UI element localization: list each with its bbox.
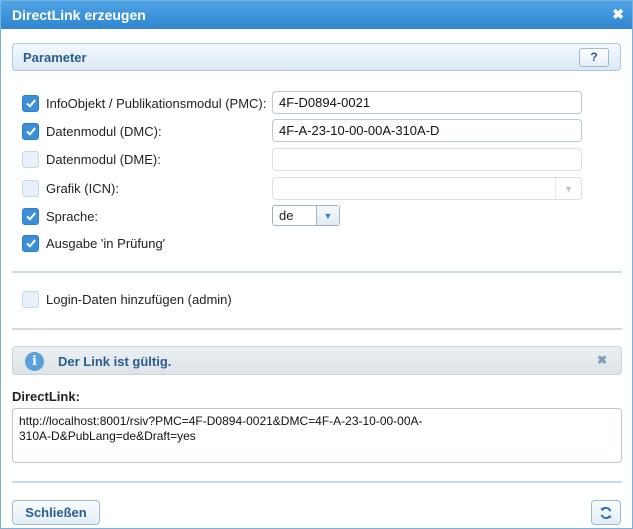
dmc-checkbox[interactable] — [22, 122, 39, 140]
option-pmc[interactable]: InfoObjekt / Publikationsmodul (PMC): — [22, 93, 266, 113]
divider — [12, 271, 622, 273]
checkmark-icon — [25, 239, 36, 248]
login-label: Login-Daten hinzufügen (admin) — [46, 291, 232, 307]
checkmark-icon — [25, 99, 36, 108]
login-checkbox[interactable] — [22, 290, 39, 308]
refresh-button[interactable] — [591, 500, 621, 525]
pmc-field[interactable] — [272, 91, 582, 114]
close-button[interactable]: Schließen — [12, 500, 100, 525]
dialog-title: DirectLink erzeugen — [12, 7, 146, 23]
close-icon[interactable]: ✖ — [612, 6, 624, 23]
checkmark-icon — [25, 212, 36, 221]
option-icn[interactable]: Grafik (ICN): — [22, 178, 119, 198]
language-label: Sprache: — [46, 208, 99, 224]
pmc-label: InfoObjekt / Publikationsmodul (PMC): — [46, 95, 267, 111]
icn-label: Grafik (ICN): — [46, 180, 119, 196]
info-message-bar: i Der Link ist gültig. ✖ — [12, 346, 622, 375]
draft-checkbox[interactable] — [22, 234, 39, 252]
chevron-down-icon[interactable]: ▼ — [316, 206, 339, 225]
info-icon: i — [25, 352, 44, 371]
info-message: Der Link ist gültig. — [58, 354, 172, 369]
dialog-titlebar[interactable]: DirectLink erzeugen ✖ — [1, 1, 632, 29]
icn-combobox[interactable]: ▼ — [272, 177, 582, 200]
dmc-label: Datenmodul (DMC): — [46, 123, 162, 139]
pmc-checkbox[interactable] — [22, 94, 39, 112]
option-dme[interactable]: Datenmodul (DME): — [22, 149, 161, 169]
dme-checkbox[interactable] — [22, 150, 39, 168]
parameter-panel-header: Parameter ? — [12, 43, 621, 71]
option-draft[interactable]: Ausgabe 'in Prüfung' — [22, 233, 165, 253]
parameter-heading: Parameter — [23, 50, 87, 65]
divider — [12, 328, 622, 330]
directlink-dialog: DirectLink erzeugen ✖ Parameter ? InfoOb… — [0, 0, 633, 529]
dme-label: Datenmodul (DME): — [46, 151, 161, 167]
close-icon[interactable]: ✖ — [597, 353, 607, 367]
divider — [12, 481, 622, 483]
chevron-down-icon[interactable]: ▼ — [555, 178, 581, 199]
checkmark-icon — [25, 127, 36, 136]
dmc-field[interactable] — [272, 119, 582, 142]
draft-label: Ausgabe 'in Prüfung' — [46, 235, 166, 251]
help-button[interactable]: ? — [579, 48, 609, 67]
language-checkbox[interactable] — [22, 207, 39, 225]
option-language[interactable]: Sprache: — [22, 206, 98, 226]
icn-checkbox[interactable] — [22, 179, 39, 197]
directlink-label: DirectLink: — [12, 389, 80, 404]
directlink-textarea[interactable]: http://localhost:8001/rsiv?PMC=4F-D0894-… — [12, 408, 622, 463]
option-dmc[interactable]: Datenmodul (DMC): — [22, 121, 162, 141]
language-value: de — [279, 208, 294, 223]
refresh-icon — [600, 506, 612, 519]
option-login[interactable]: Login-Daten hinzufügen (admin) — [22, 289, 232, 309]
dme-field[interactable] — [272, 148, 582, 171]
language-select[interactable]: de ▼ — [272, 205, 340, 226]
